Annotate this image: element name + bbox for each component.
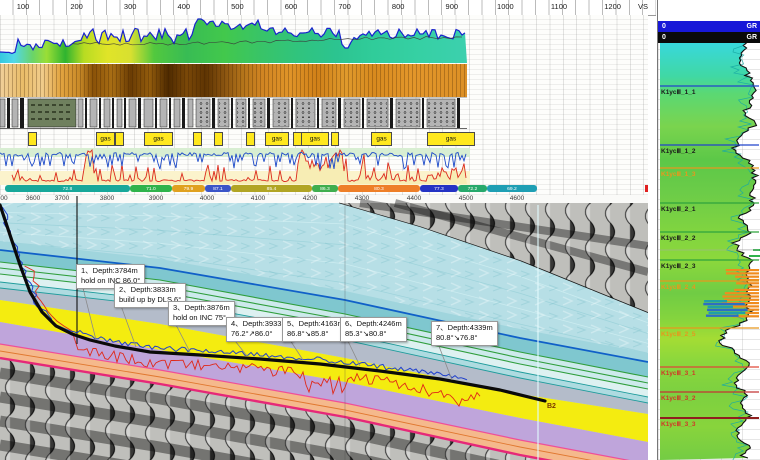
inclination-segment: 71.0 xyxy=(130,185,172,192)
track-gas-shows: gasgasgasgasgasgas xyxy=(0,131,648,147)
inclination-segment-bar: 72.871.079.987.185.486.380.377.372.269.2 xyxy=(0,185,648,193)
ruler-tick: 800 xyxy=(385,2,411,11)
depth-tick: 4200 xyxy=(298,195,322,202)
inclination-segment: 79.9 xyxy=(172,185,205,192)
image-log-texture xyxy=(0,64,467,97)
ruler-tick: 400 xyxy=(171,2,197,11)
callout-depth: 2、Depth:3833m xyxy=(119,285,181,295)
survey-callout[interactable]: 5、Depth:4163m86.8°↘85.8° xyxy=(282,317,349,342)
formation-label: K1ycⅢ_3_3 xyxy=(661,420,695,428)
ruler-tick: 500 xyxy=(224,2,250,11)
log-curves xyxy=(0,148,648,185)
lithology-columns xyxy=(0,97,648,130)
depth-tick: 4600 xyxy=(505,195,529,202)
gas-show-interval[interactable]: gas xyxy=(301,132,329,146)
track-gamma-ray xyxy=(0,15,648,64)
bar-end-marker xyxy=(645,185,648,192)
depth-tick: 3900 xyxy=(144,195,168,202)
depth-ruler: 00 3600 3700 3800 3900 4000 4100 4200 4300 4400 45… xyxy=(0,195,648,204)
inclination-segment: 80.3 xyxy=(338,185,420,192)
inclination-segment: 77.3 xyxy=(420,185,458,192)
type-log-panel: 0 GR 0 GR K1ycⅢ_1_1K1ycⅢ_1_2K1ycⅢ_1_3K1y… xyxy=(657,0,760,460)
vs-ruler: VS 100 200 300 400 500 600 700 800 900 1000 1100 12… xyxy=(0,0,656,16)
inclination-segment: 72.2 xyxy=(458,185,487,192)
ruler-tick: 600 xyxy=(278,2,304,11)
inclination-segment: 69.2 xyxy=(487,185,537,192)
vs-label: VS xyxy=(630,2,656,11)
ruler-tick: 100 xyxy=(10,2,36,11)
depth-tick: 3700 xyxy=(50,195,74,202)
formation-label: K1ycⅢ_2_1 xyxy=(661,205,695,213)
gas-show-interval[interactable] xyxy=(193,132,202,146)
callout-depth: 4、Depth:3933m xyxy=(231,319,288,329)
geosteering-app: VS 100 200 300 400 500 600 700 800 900 1000 1100 12… xyxy=(0,0,760,460)
depth-tick: 4500 xyxy=(454,195,478,202)
inclination-segment: 72.8 xyxy=(5,185,130,192)
track-image-log xyxy=(0,64,467,97)
callout-instruction: hold on INC 75° xyxy=(173,313,230,323)
formation-label: K1ycⅢ_1_1 xyxy=(661,88,695,96)
callout-instruction: 76.2°↗86.0° xyxy=(231,329,288,339)
formation-label: K1ycⅢ_2_4 xyxy=(661,283,695,291)
gas-show-interval[interactable] xyxy=(246,132,255,146)
callout-instruction: 85.3°↘80.8° xyxy=(345,329,402,339)
gas-show-interval[interactable] xyxy=(28,132,37,146)
gas-show-interval[interactable]: gas xyxy=(265,132,289,146)
gas-show-interval[interactable]: gas xyxy=(96,132,115,146)
callout-depth: 5、Depth:4163m xyxy=(287,319,344,329)
callout-depth: 3、Depth:3876m xyxy=(173,303,230,313)
gas-show-interval[interactable] xyxy=(214,132,223,146)
ruler-tick: 200 xyxy=(64,2,90,11)
callout-depth: 1、Depth:3784m xyxy=(81,266,140,276)
ruler-tick: 1000 xyxy=(492,2,518,11)
gas-show-interval[interactable]: gas xyxy=(427,132,475,146)
gas-show-interval[interactable]: gas xyxy=(371,132,392,146)
track-lithology xyxy=(0,97,648,130)
formation-label: K1ycⅢ_2_5 xyxy=(661,330,695,338)
formation-label: K1ycⅢ_3_1 xyxy=(661,369,695,377)
callout-instruction: 86.8°↘85.8° xyxy=(287,329,344,339)
survey-callout[interactable]: 6、Depth:4246m85.3°↘80.8° xyxy=(340,317,407,342)
formation-label: K1ycⅢ_2_2 xyxy=(661,234,695,242)
callout-instruction: 80.8°↘76.8° xyxy=(436,333,493,343)
gas-show-interval[interactable] xyxy=(331,132,339,146)
callout-depth: 7、Depth:4339m xyxy=(436,323,493,333)
depth-tick: 3600 xyxy=(21,195,45,202)
depth-tick: 4100 xyxy=(246,195,270,202)
depth-tick: 00 xyxy=(0,195,16,202)
cross-section: B2 00 3600 3700 3800 3900 4000 4100 4200 4300 440… xyxy=(0,195,648,460)
gamma-ray-curve xyxy=(0,15,648,64)
ruler-tick: 1100 xyxy=(546,2,572,11)
gas-show-interval[interactable] xyxy=(115,132,124,146)
formation-label: K1ycⅢ_3_2 xyxy=(661,394,695,402)
ruler-tick: 300 xyxy=(117,2,143,11)
callout-depth: 6、Depth:4246m xyxy=(345,319,402,329)
inclination-segment: 86.3 xyxy=(312,185,338,192)
track-curves xyxy=(0,148,648,185)
gas-show-interval[interactable]: gas xyxy=(144,132,173,146)
inclination-segment: 87.1 xyxy=(205,185,231,192)
depth-tick: 4000 xyxy=(195,195,219,202)
formation-label: K1ycⅢ_1_3 xyxy=(661,170,695,178)
ruler-tick: 900 xyxy=(439,2,465,11)
survey-callout[interactable]: 7、Depth:4339m80.8°↘76.8° xyxy=(431,321,498,346)
formation-label: K1ycⅢ_1_2 xyxy=(661,147,695,155)
depth-tick: 3800 xyxy=(95,195,119,202)
well-end-label: B2 xyxy=(547,403,556,410)
depth-tick: 4300 xyxy=(350,195,374,202)
survey-callout[interactable]: 3、Depth:3876mhold on INC 75° xyxy=(168,301,235,326)
ruler-tick: 700 xyxy=(332,2,358,11)
depth-tick: 4400 xyxy=(402,195,426,202)
formation-labels: K1ycⅢ_1_1 K1ycⅢ_1_2 K1ycⅢ_1_3 K1ycⅢ_2_1 K1yc… xyxy=(658,0,760,460)
inclination-segment: 85.4 xyxy=(231,185,312,192)
ruler-tick: 1200 xyxy=(600,2,626,11)
formation-label: K1ycⅢ_2_3 xyxy=(661,262,695,270)
